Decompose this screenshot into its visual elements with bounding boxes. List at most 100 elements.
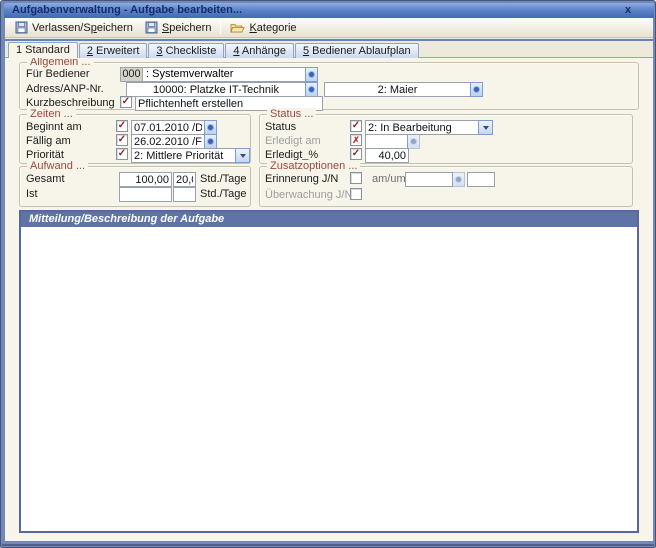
beginnt-am-checkbox[interactable]: ✓	[116, 120, 128, 132]
window-frame: Aufgabenverwaltung - Aufgabe bearbeiten.…	[0, 0, 656, 548]
erledigt-am-field-wrap	[365, 134, 420, 149]
group-aufwand-title: Aufwand ...	[27, 160, 88, 172]
lookup-gem-icon	[474, 87, 479, 92]
check-icon: ✓	[118, 135, 126, 145]
tab-erweitert[interactable]: 2 Erweitert	[79, 43, 148, 58]
erinnerung-datum-input[interactable]	[405, 172, 453, 187]
faellig-am-checkbox[interactable]: ✓	[116, 134, 128, 146]
erinnerung-label: Erinnerung J/N	[265, 172, 338, 186]
check-icon: ✓	[118, 149, 126, 159]
close-button[interactable]: x	[620, 3, 636, 17]
status-label: Status	[265, 120, 296, 134]
category-folder-icon	[230, 22, 245, 34]
ansprechpartner-field-wrap	[324, 82, 483, 97]
faellig-am-field-wrap	[131, 134, 217, 149]
lookup-gem-icon	[456, 177, 461, 182]
ansprechpartner-input[interactable]	[324, 82, 471, 97]
window-title: Aufgabenverwaltung - Aufgabe bearbeiten.…	[12, 4, 242, 16]
erledigt-prozent-checkbox[interactable]: ✓	[350, 148, 362, 160]
status-dropdown-button[interactable]	[478, 120, 493, 135]
prioritaet-dropdown-button[interactable]	[235, 148, 250, 163]
beginnt-am-label: Beginnt am	[26, 120, 82, 134]
ist-stunden-input[interactable]	[119, 187, 172, 202]
toolbar-separator	[220, 21, 221, 34]
beginnt-am-date-button[interactable]	[204, 120, 217, 135]
toolbar-divider	[5, 39, 653, 41]
group-status-title: Status ...	[267, 108, 316, 120]
speichern-button[interactable]: Speichern	[139, 19, 218, 37]
group-allgemein: Allgemein ... Für Bediener 000 : Systemv…	[19, 62, 639, 110]
verlassen-speichern-button[interactable]: Verlassen/Speichern	[9, 19, 139, 37]
x-mark-icon: ✗	[352, 136, 360, 145]
ansprechpartner-lookup-button[interactable]	[470, 82, 483, 97]
erledigt-am-date-button[interactable]	[407, 134, 420, 149]
lookup-gem-icon	[208, 139, 213, 144]
erledigt-am-label: Erledigt am	[265, 134, 321, 148]
mitteilung-panel: Mitteilung/Beschreibung der Aufgabe	[19, 210, 639, 533]
adress-anp-lookup-button[interactable]	[305, 82, 318, 97]
prioritaet-combobox[interactable]	[131, 148, 250, 163]
window-frame-shadow	[2, 544, 654, 546]
ueberwachung-checkbox[interactable]	[350, 188, 362, 200]
group-zeiten-title: Zeiten ...	[27, 108, 76, 120]
status-checkbox[interactable]: ✓	[350, 120, 362, 132]
faellig-am-input[interactable]	[131, 134, 205, 149]
erledigt-am-input[interactable]	[365, 134, 408, 149]
mitteilung-header: Mitteilung/Beschreibung der Aufgabe	[21, 212, 637, 227]
lookup-gem-icon	[309, 87, 314, 92]
chevron-down-icon	[240, 154, 246, 158]
tab-bediener-ablaufplan[interactable]: 5 Bediener Ablaufplan	[295, 43, 419, 58]
status-input[interactable]	[365, 120, 479, 135]
check-icon: ✓	[352, 121, 360, 131]
ist-unit-label: Std./Tage	[200, 187, 246, 201]
lookup-gem-icon	[309, 72, 314, 77]
prioritaet-input[interactable]	[131, 148, 236, 163]
kategorie-label: Kategorie	[249, 22, 296, 34]
kurzbeschreibung-checkbox[interactable]: ✓	[120, 96, 132, 108]
verlassen-speichern-label: Verlassen/Speichern	[32, 22, 133, 34]
status-combobox[interactable]	[365, 120, 493, 135]
group-status: Status ... Status ✓ Erledigt am ✗ Erledi…	[259, 114, 633, 164]
erledigt-am-checkbox[interactable]: ✗	[350, 134, 362, 146]
ist-tage-input[interactable]	[173, 187, 196, 202]
chevron-down-icon	[483, 126, 489, 130]
prioritaet-checkbox[interactable]: ✓	[116, 148, 128, 160]
check-icon: ✓	[118, 121, 126, 131]
beginnt-am-input[interactable]	[131, 120, 205, 135]
speichern-label: Speichern	[162, 22, 212, 34]
fuer-bediener-code: 000	[120, 67, 143, 82]
faellig-am-label: Fällig am	[26, 134, 71, 148]
gesamt-unit-label: Std./Tage	[200, 172, 246, 186]
group-zeiten: Zeiten ... Beginnt am ✓ Fällig am ✓ Prio…	[19, 114, 251, 164]
gesamt-stunden-input[interactable]	[119, 172, 172, 187]
tab-page-standard: Allgemein ... Für Bediener 000 : Systemv…	[5, 57, 653, 541]
fuer-bediener-value: : Systemverwalter	[143, 67, 306, 82]
fuer-bediener-lookup-button[interactable]	[305, 67, 318, 82]
check-icon: ✓	[352, 149, 360, 159]
lookup-gem-icon	[411, 139, 416, 144]
group-zusatzoptionen: Zusatzoptionen ... Erinnerung J/N am/um …	[259, 166, 633, 207]
check-icon: ✓	[122, 97, 130, 107]
app-body: Verlassen/Speichern Speichern	[5, 18, 653, 541]
kategorie-button[interactable]: Kategorie	[224, 19, 302, 37]
save-icon	[145, 21, 158, 34]
adress-anp-field-wrap	[126, 82, 318, 97]
erinnerung-zeit-input[interactable]	[467, 172, 495, 187]
adress-anp-input[interactable]	[126, 82, 306, 97]
beginnt-am-field-wrap	[131, 120, 217, 135]
fuer-bediener-field[interactable]: 000 : Systemverwalter	[120, 67, 318, 82]
erinnerung-checkbox[interactable]	[350, 172, 362, 184]
erinnerung-datum-button[interactable]	[452, 172, 465, 187]
tab-anhaenge[interactable]: 4 Anhänge	[225, 43, 294, 58]
mitteilung-body	[21, 227, 637, 531]
toolbar: Verlassen/Speichern Speichern	[5, 18, 653, 38]
fuer-bediener-label: Für Bediener	[26, 67, 90, 81]
tab-checkliste[interactable]: 3 Checkliste	[148, 43, 224, 58]
erledigt-prozent-input[interactable]	[365, 148, 409, 163]
faellig-am-date-button[interactable]	[204, 134, 217, 149]
adress-anp-label: Adress/ANP-Nr.	[26, 82, 104, 96]
erinnerung-datum-field-wrap	[405, 172, 465, 187]
tab-standard[interactable]: 1 Standard	[8, 42, 78, 58]
gesamt-tage-input[interactable]	[173, 172, 196, 187]
mitteilung-textarea[interactable]	[21, 227, 637, 531]
